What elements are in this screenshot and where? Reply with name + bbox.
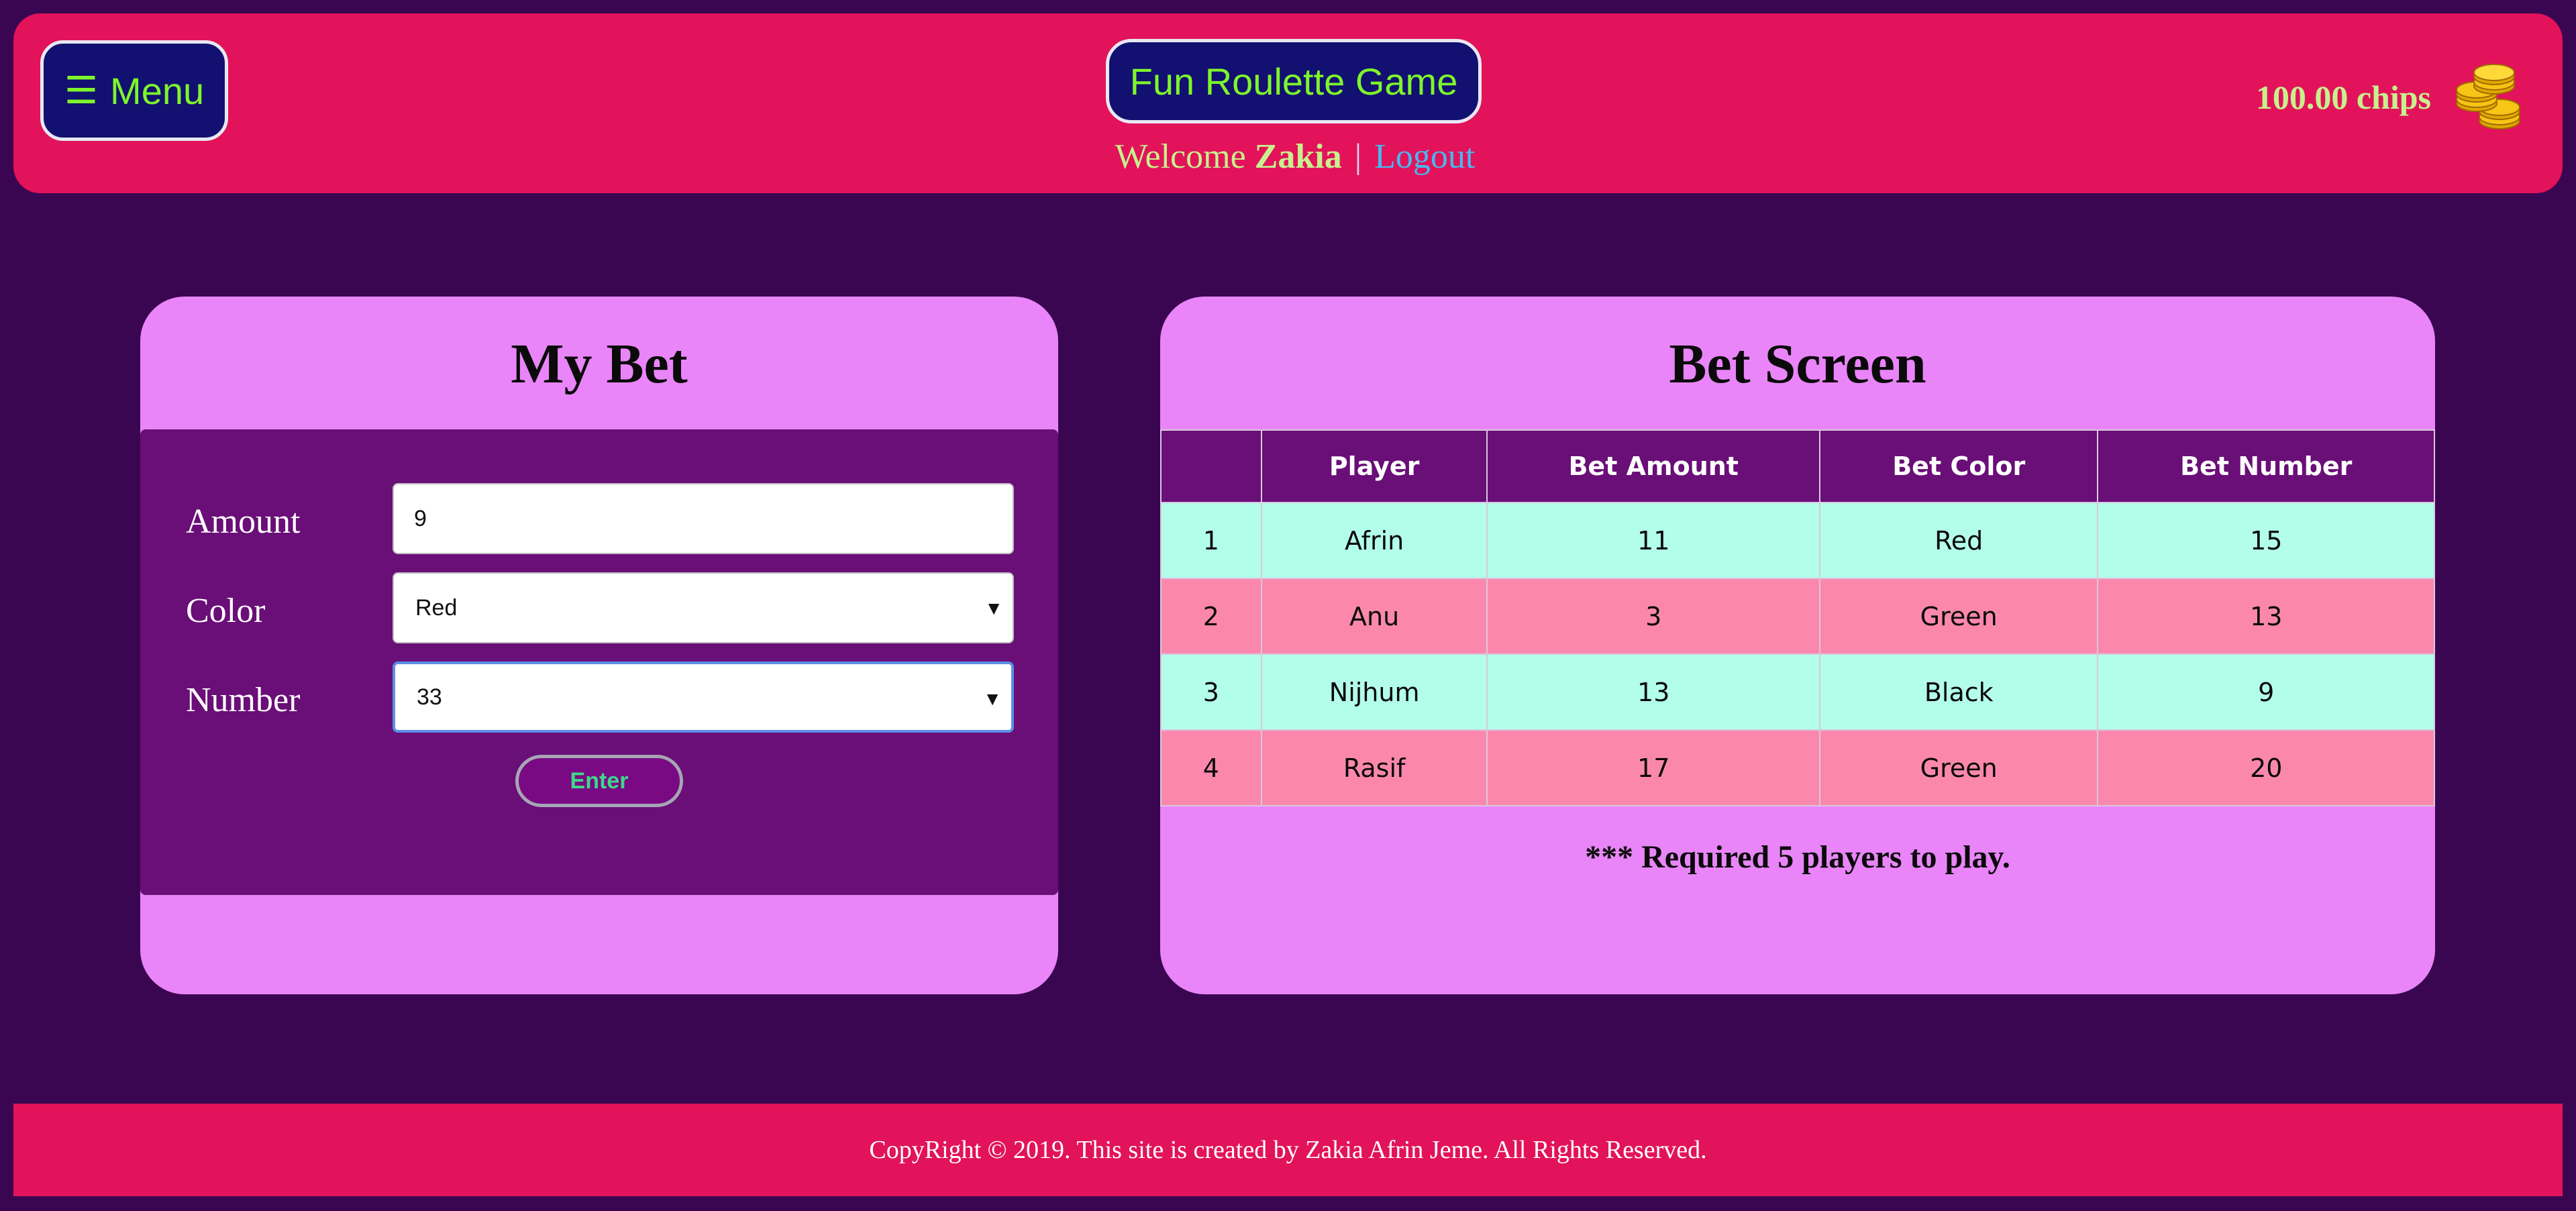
column-header-player: Player (1260, 429, 1488, 503)
number-row: Number 33 ▼ (140, 662, 1058, 733)
color-select[interactable]: Red ▼ (393, 572, 1014, 643)
caret-down-icon: ▼ (983, 688, 1002, 709)
cell-bet-amount: 13 (1486, 653, 1820, 731)
number-label: Number (186, 681, 301, 719)
cell-bet-number: 13 (2097, 578, 2435, 655)
cell-index: 3 (1160, 653, 1262, 731)
bet-screen-panel: Bet Screen Player Bet Amount Bet Color B… (1160, 297, 2435, 994)
bet-table: Player Bet Amount Bet Color Bet Number 1… (1160, 429, 2435, 806)
table-row: 1 Afrin 11 Red 15 (1160, 502, 2435, 579)
cell-bet-color: Green (1818, 729, 2099, 806)
amount-row: Amount 9 (140, 483, 1058, 554)
column-header-bet-color: Bet Color (1818, 429, 2099, 503)
number-select[interactable]: 33 ▼ (393, 662, 1014, 733)
cell-index: 2 (1160, 578, 1262, 655)
cell-bet-color: Green (1818, 578, 2099, 655)
welcome-prefix: Welcome (1115, 138, 1246, 176)
hamburger-icon: ☰ (64, 69, 99, 111)
amount-value: 9 (414, 505, 427, 531)
cell-bet-amount: 17 (1486, 729, 1820, 806)
column-header-bet-amount: Bet Amount (1486, 429, 1820, 503)
gold-coins-icon (2456, 64, 2520, 129)
cell-player: Nijhum (1260, 653, 1488, 731)
cell-player: Afrin (1260, 502, 1488, 579)
username: Zakia (1254, 138, 1342, 176)
table-row: 4 Rasif 17 Green 20 (1160, 729, 2435, 806)
cell-player: Rasif (1260, 729, 1488, 806)
top-header: ☰ Menu Fun Roulette Game Welcome Zakia |… (13, 13, 2563, 193)
welcome-line: Welcome Zakia | Logout (1020, 137, 1570, 176)
my-bet-panel: My Bet Amount 9 Color Red ▼ Number 33 ▼ … (140, 297, 1058, 994)
welcome-separator: | (1354, 138, 1362, 176)
players-required-note: *** Required 5 players to play. (1585, 839, 2010, 875)
cell-bet-amount: 3 (1486, 578, 1820, 655)
footer: CopyRight © 2019. This site is created b… (13, 1104, 2563, 1196)
amount-label: Amount (186, 503, 301, 541)
bet-screen-title: Bet Screen (1669, 333, 1926, 395)
color-row: Color Red ▼ (140, 572, 1058, 643)
cell-bet-number: 9 (2097, 653, 2435, 731)
my-bet-title: My Bet (511, 333, 688, 395)
column-header-bet-number: Bet Number (2097, 429, 2435, 503)
color-label: Color (186, 592, 266, 630)
chip-balance: 100.00 chips (2255, 78, 2431, 116)
cell-bet-color: Red (1818, 502, 2099, 579)
cell-index: 4 (1160, 729, 1262, 806)
color-value: Red (415, 594, 458, 621)
caret-down-icon: ▼ (984, 598, 1003, 619)
cell-bet-number: 15 (2097, 502, 2435, 579)
logout-link[interactable]: Logout (1374, 138, 1475, 176)
menu-button-label: Menu (110, 69, 205, 112)
column-header-index (1160, 429, 1262, 503)
table-header-row: Player Bet Amount Bet Color Bet Number (1160, 429, 2435, 503)
bet-form: Amount 9 Color Red ▼ Number 33 ▼ Enter (140, 429, 1058, 895)
menu-button[interactable]: ☰ Menu (40, 40, 228, 141)
amount-input[interactable]: 9 (393, 483, 1014, 554)
cell-index: 1 (1160, 502, 1262, 579)
table-row: 3 Nijhum 13 Black 9 (1160, 653, 2435, 731)
cell-player: Anu (1260, 578, 1488, 655)
site-title: Fun Roulette Game (1106, 39, 1482, 123)
cell-bet-number: 20 (2097, 729, 2435, 806)
copyright-text: CopyRight © 2019. This site is created b… (869, 1136, 1707, 1164)
enter-button[interactable]: Enter (515, 755, 683, 807)
number-value: 33 (417, 684, 442, 710)
table-row: 2 Anu 3 Green 13 (1160, 578, 2435, 655)
cell-bet-color: Black (1818, 653, 2099, 731)
cell-bet-amount: 11 (1486, 502, 1820, 579)
